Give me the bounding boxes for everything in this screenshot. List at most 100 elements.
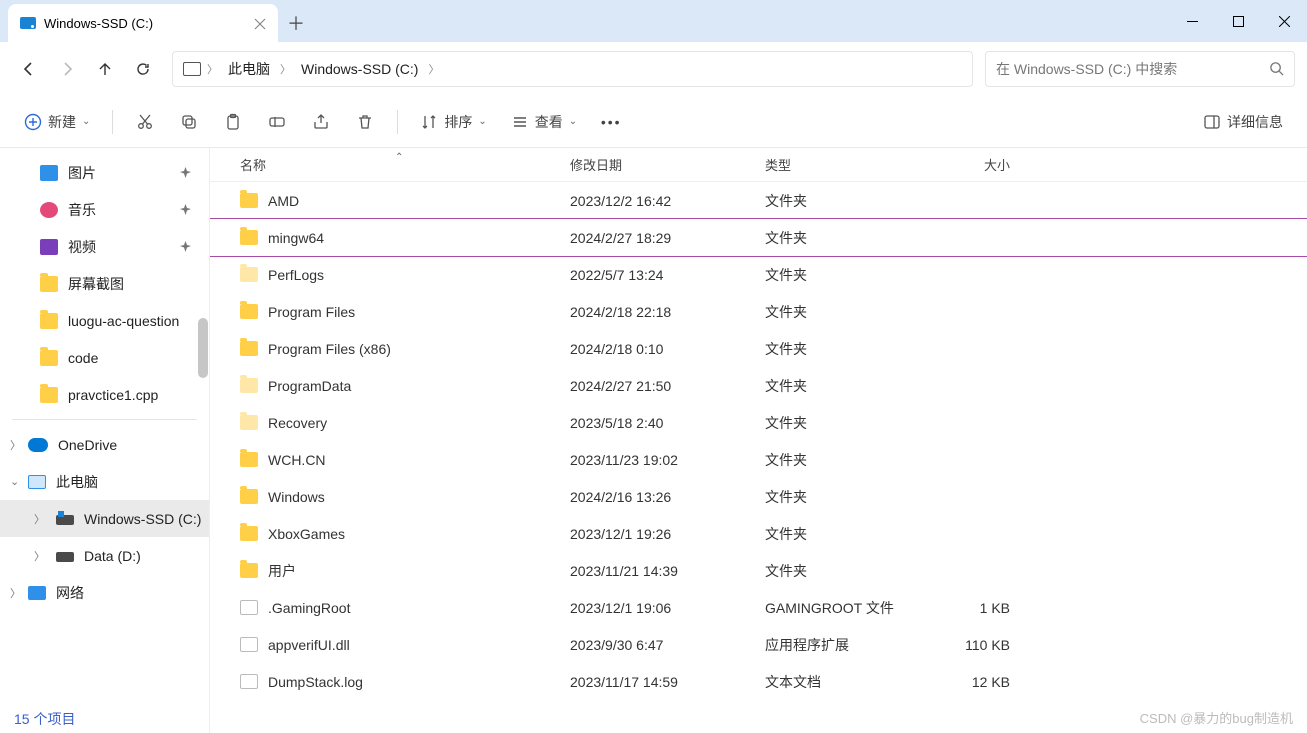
- chevron-right-icon[interactable]: 〉: [10, 585, 21, 601]
- minimize-button[interactable]: [1169, 0, 1215, 42]
- rename-button[interactable]: [257, 104, 297, 140]
- pin-icon: [180, 165, 191, 181]
- tab-active[interactable]: Windows-SSD (C:): [8, 4, 278, 42]
- column-header-date[interactable]: 修改日期: [570, 155, 765, 174]
- details-pane-button[interactable]: 详细信息: [1193, 104, 1293, 140]
- file-type: 文件夹: [765, 413, 930, 433]
- sidebar-drive-item[interactable]: 〉 Data (D:): [0, 537, 209, 574]
- file-rows: AMD2023/12/2 16:42文件夹mingw642024/2/27 18…: [210, 182, 1307, 733]
- sidebar-item-label: Data (D:): [84, 548, 141, 564]
- column-header-name[interactable]: ⌃名称: [210, 155, 570, 174]
- file-date: 2024/2/18 0:10: [570, 341, 765, 357]
- file-name: 用户: [268, 561, 296, 581]
- file-row[interactable]: AMD2023/12/2 16:42文件夹: [210, 182, 1307, 219]
- file-size: 1 KB: [930, 600, 1040, 616]
- address-bar[interactable]: 〉 此电脑 〉 Windows-SSD (C:) 〉: [172, 51, 973, 87]
- file-row[interactable]: PerfLogs2022/5/7 13:24文件夹: [210, 256, 1307, 293]
- file-row[interactable]: Program Files2024/2/18 22:18文件夹: [210, 293, 1307, 330]
- sidebar-drive-item[interactable]: 〉Windows-SSD (C:): [0, 500, 209, 537]
- new-tab-button[interactable]: ＋: [278, 4, 314, 42]
- file-row[interactable]: mingw642024/2/27 18:29文件夹: [210, 219, 1307, 256]
- column-header-size[interactable]: 大小: [930, 155, 1040, 174]
- sidebar-network[interactable]: 〉网络: [0, 574, 209, 611]
- sidebar-quick-item[interactable]: pravctice1.cpp: [0, 376, 209, 413]
- up-button[interactable]: [88, 52, 122, 86]
- search-input[interactable]: 在 Windows-SSD (C:) 中搜索: [985, 51, 1295, 87]
- file-row[interactable]: appverifUI.dll2023/9/30 6:47应用程序扩展110 KB: [210, 626, 1307, 663]
- search-icon: [1269, 61, 1284, 76]
- file-row[interactable]: 用户2023/11/21 14:39文件夹: [210, 552, 1307, 589]
- chevron-right-icon[interactable]: 〉: [205, 61, 220, 77]
- sidebar-quick-item[interactable]: 图片: [0, 154, 209, 191]
- sort-icon: [420, 113, 438, 131]
- toolbar: 新建 ⌄ 排序 ⌄ 查看 ⌄ ••• 详细信息: [0, 96, 1307, 148]
- maximize-button[interactable]: [1215, 0, 1261, 42]
- file-name: XboxGames: [268, 526, 345, 542]
- delete-button[interactable]: [345, 104, 385, 140]
- sidebar-quick-item[interactable]: luogu-ac-question: [0, 302, 209, 339]
- column-header-type[interactable]: 类型: [765, 155, 930, 174]
- file-name: DumpStack.log: [268, 674, 363, 690]
- refresh-button[interactable]: [126, 52, 160, 86]
- file-row[interactable]: Windows2024/2/16 13:26文件夹: [210, 478, 1307, 515]
- file-type: 文件夹: [765, 191, 930, 211]
- chevron-down-icon[interactable]: ⌄: [10, 475, 19, 488]
- chevron-right-icon[interactable]: 〉: [426, 61, 441, 77]
- file-name: .GamingRoot: [268, 600, 350, 616]
- share-button[interactable]: [301, 104, 341, 140]
- breadcrumb-this-pc[interactable]: 此电脑: [220, 59, 278, 79]
- sidebar-item-label: OneDrive: [58, 437, 117, 453]
- onedrive-icon: [28, 438, 48, 452]
- chevron-right-icon[interactable]: 〉: [34, 548, 45, 564]
- more-button[interactable]: •••: [591, 104, 631, 140]
- sort-button[interactable]: 排序 ⌄: [410, 104, 496, 140]
- file-date: 2023/11/17 14:59: [570, 674, 765, 690]
- folder-icon: [40, 313, 58, 329]
- sidebar-quick-item[interactable]: 屏幕截图: [0, 265, 209, 302]
- chevron-right-icon[interactable]: 〉: [278, 61, 293, 77]
- view-icon: [511, 113, 529, 131]
- file-name: appverifUI.dll: [268, 637, 350, 653]
- sidebar-quick-item[interactable]: 音乐: [0, 191, 209, 228]
- file-row[interactable]: XboxGames2023/12/1 19:26文件夹: [210, 515, 1307, 552]
- file-row[interactable]: Program Files (x86)2024/2/18 0:10文件夹: [210, 330, 1307, 367]
- file-row[interactable]: Recovery2023/5/18 2:40文件夹: [210, 404, 1307, 441]
- folder-icon: [240, 193, 258, 208]
- back-button[interactable]: [12, 52, 46, 86]
- copy-button[interactable]: [169, 104, 209, 140]
- folder-icon: [240, 267, 258, 282]
- close-tab-icon[interactable]: [254, 17, 266, 29]
- file-row[interactable]: DumpStack.log2023/11/17 14:59文本文档12 KB: [210, 663, 1307, 700]
- file-size: 110 KB: [930, 637, 1040, 653]
- sidebar-item-label: 屏幕截图: [68, 274, 124, 294]
- pic-icon: [40, 165, 58, 181]
- file-icon: [240, 637, 258, 652]
- file-icon: [240, 674, 258, 689]
- file-row[interactable]: .GamingRoot2023/12/1 19:06GAMINGROOT 文件1…: [210, 589, 1307, 626]
- paste-button[interactable]: [213, 104, 253, 140]
- share-icon: [312, 113, 330, 131]
- forward-button[interactable]: [50, 52, 84, 86]
- close-window-button[interactable]: [1261, 0, 1307, 42]
- file-type: 文件夹: [765, 524, 930, 544]
- view-button[interactable]: 查看 ⌄: [501, 104, 587, 140]
- sidebar-onedrive[interactable]: 〉 OneDrive: [0, 426, 209, 463]
- view-button-label: 查看: [535, 112, 563, 132]
- sidebar-item-label: code: [68, 350, 98, 366]
- breadcrumb-drive[interactable]: Windows-SSD (C:): [293, 61, 426, 77]
- file-row[interactable]: ProgramData2024/2/27 21:50文件夹: [210, 367, 1307, 404]
- clipboard-icon: [224, 113, 242, 131]
- sidebar-quick-item[interactable]: 视频: [0, 228, 209, 265]
- new-button[interactable]: 新建 ⌄: [14, 104, 100, 140]
- sidebar-quick-item[interactable]: code: [0, 339, 209, 376]
- chevron-right-icon[interactable]: 〉: [10, 437, 21, 453]
- sidebar-item-label: 音乐: [68, 200, 96, 220]
- cut-button[interactable]: [125, 104, 165, 140]
- tab-title: Windows-SSD (C:): [44, 16, 246, 31]
- chevron-right-icon[interactable]: 〉: [34, 511, 45, 527]
- file-row[interactable]: WCH.CN2023/11/23 19:02文件夹: [210, 441, 1307, 478]
- file-date: 2023/5/18 2:40: [570, 415, 765, 431]
- scrollbar-thumb[interactable]: [198, 318, 208, 378]
- folder-icon: [240, 304, 258, 319]
- sidebar-this-pc[interactable]: ⌄此电脑: [0, 463, 209, 500]
